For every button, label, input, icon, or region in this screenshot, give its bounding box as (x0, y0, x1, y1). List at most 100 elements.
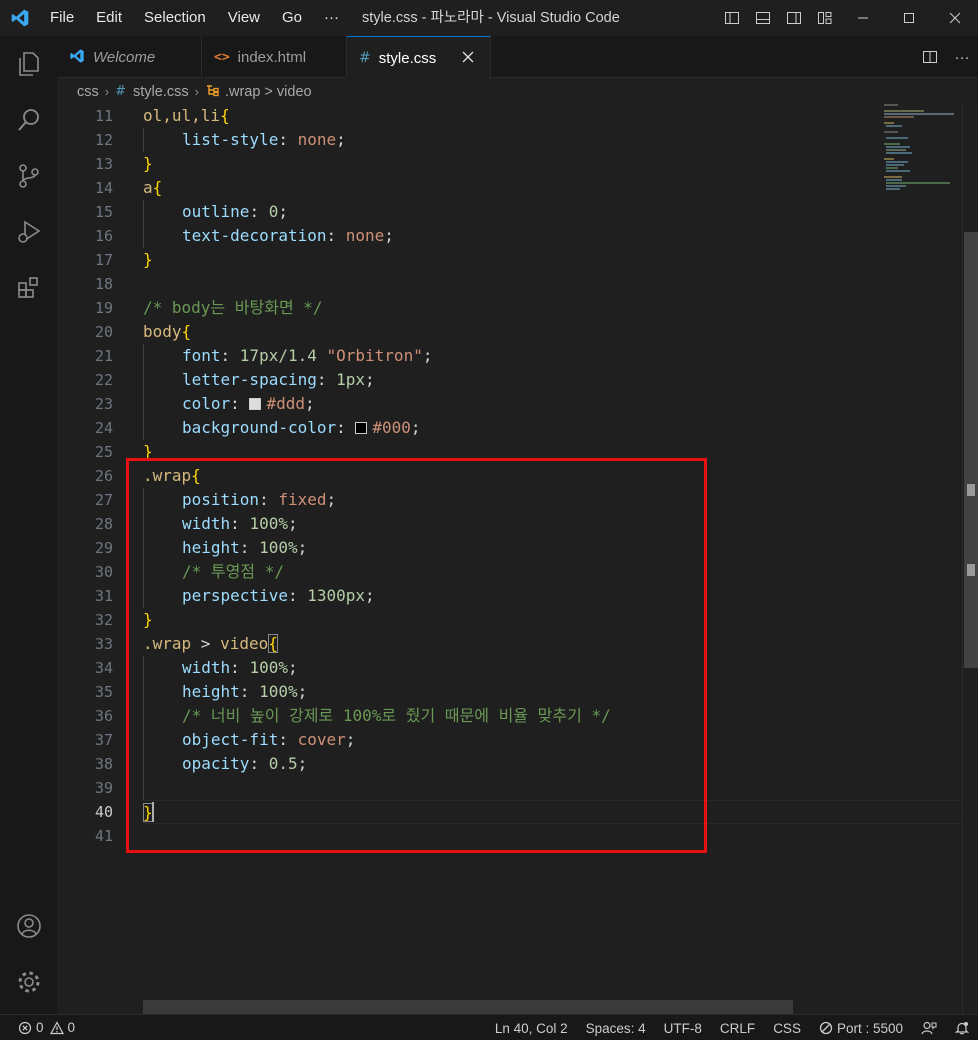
minimap-line (886, 149, 906, 151)
activity-bar (0, 36, 57, 1014)
property: width (182, 514, 231, 533)
selector: .wrap (143, 466, 192, 485)
menu-go[interactable]: Go (271, 0, 313, 36)
property: opacity (182, 754, 250, 773)
breadcrumb-symbol[interactable]: .wrap > video (225, 84, 312, 100)
minimize-icon[interactable] (840, 0, 886, 36)
line-number: 38 (94, 755, 113, 773)
menu-edit[interactable]: Edit (85, 0, 133, 36)
line-number: 36 (94, 707, 113, 725)
line-number: 15 (94, 203, 113, 221)
line-number: 14 (94, 179, 113, 197)
value: 1300px (307, 586, 366, 605)
html-icon: <> (214, 49, 230, 65)
tab-index-html[interactable]: <> index.html (202, 36, 347, 78)
minimap[interactable] (878, 104, 962, 224)
line-number: 17 (94, 251, 113, 269)
minimap-line (886, 161, 908, 163)
selector: ol,ul,li (143, 106, 221, 125)
line-number: 32 (94, 611, 113, 629)
value: none (345, 226, 385, 245)
title-bar: File Edit Selection View Go ··· style.cs… (0, 0, 978, 36)
feedback-icon[interactable] (912, 1021, 946, 1035)
indentation[interactable]: Spaces: 4 (577, 1021, 655, 1036)
minimap-line (886, 137, 908, 139)
value: 0.5 (268, 754, 298, 773)
tab-style-css[interactable]: # style.css (347, 36, 491, 79)
minimap-line (886, 167, 898, 169)
line-number: 21 (94, 347, 113, 365)
horizontal-scrollbar[interactable] (143, 1000, 793, 1014)
breadcrumb-file[interactable]: style.css (133, 84, 189, 100)
problems-indicator[interactable]: 0 0 (18, 1020, 75, 1035)
menu-file[interactable]: File (40, 0, 85, 36)
vertical-scrollbar[interactable] (962, 104, 978, 1014)
close-window-icon[interactable] (932, 0, 978, 36)
menu-view[interactable]: View (217, 0, 271, 36)
minimap-line (884, 176, 902, 178)
line-number: 25 (94, 443, 113, 461)
live-server-port[interactable]: Port : 5500 (810, 1021, 912, 1036)
code-area[interactable]: ol,ul,li{ list-style: none; } a{ outline… (143, 104, 962, 848)
more-actions-icon[interactable]: ··· (946, 49, 978, 66)
minimap-line (886, 185, 906, 187)
close-tab-icon[interactable] (462, 50, 474, 67)
menu-more[interactable]: ··· (313, 0, 350, 36)
line-number: 34 (94, 659, 113, 677)
breadcrumb: css › # style.css › .wrap > video (57, 79, 962, 104)
toggle-secondary-sidebar-icon[interactable] (778, 0, 809, 36)
selection-marker (967, 564, 975, 576)
breadcrumb-folder[interactable]: css (77, 84, 99, 100)
css-icon: # (359, 50, 371, 66)
notifications-bell-icon[interactable] (946, 1021, 978, 1035)
value: fixed (278, 490, 327, 509)
minimap-line (886, 188, 900, 190)
warning-count: 0 (67, 1020, 76, 1035)
text-cursor (152, 802, 154, 822)
accounts-icon[interactable] (0, 898, 57, 954)
error-icon (18, 1021, 32, 1034)
code-editor[interactable]: 11 12 13 14 15 16 17 18 19 20 21 22 23 2… (57, 104, 962, 1014)
color-swatch[interactable] (355, 422, 368, 434)
cursor-position[interactable]: Ln 40, Col 2 (486, 1021, 577, 1036)
maximize-icon[interactable] (886, 0, 932, 36)
toggle-panel-icon[interactable] (747, 0, 778, 36)
color-swatch[interactable] (249, 398, 262, 410)
value: cover (297, 730, 346, 749)
line-number: 23 (94, 395, 113, 413)
customize-layout-icon[interactable] (809, 0, 840, 36)
tab-welcome[interactable]: Welcome (57, 36, 202, 78)
value: 100% (259, 538, 298, 557)
chevron-right-icon: › (104, 84, 110, 99)
property: position (182, 490, 260, 509)
property: outline (182, 202, 250, 221)
line-number: 35 (94, 683, 113, 701)
run-debug-icon[interactable] (0, 204, 57, 260)
property: list-style (182, 130, 279, 149)
split-editor-icon[interactable] (914, 49, 946, 65)
line-number: 18 (94, 275, 113, 293)
status-bar: 0 0 Ln 40, Col 2 Spaces: 4 UTF-8 CRLF CS… (0, 1014, 978, 1040)
line-number-current: 40 (94, 803, 113, 821)
source-control-icon[interactable] (0, 148, 57, 204)
circle-slash-icon (819, 1021, 833, 1035)
scrollbar-thumb[interactable] (964, 232, 978, 668)
line-number: 24 (94, 419, 113, 437)
extensions-icon[interactable] (0, 260, 57, 316)
manage-gear-icon[interactable] (0, 954, 57, 1010)
minimap-line (884, 104, 898, 106)
minimap-line (886, 146, 910, 148)
minimap-line (886, 170, 910, 172)
property: width (182, 658, 231, 677)
menu-selection[interactable]: Selection (133, 0, 217, 36)
line-number: 31 (94, 587, 113, 605)
vscode-icon (69, 48, 85, 67)
toggle-primary-sidebar-icon[interactable] (716, 0, 747, 36)
encoding[interactable]: UTF-8 (655, 1021, 711, 1036)
end-of-line[interactable]: CRLF (711, 1021, 764, 1036)
explorer-icon[interactable] (0, 36, 57, 92)
language-mode[interactable]: CSS (764, 1021, 810, 1036)
line-number: 20 (94, 323, 113, 341)
value: "Orbitron" (326, 346, 423, 365)
search-icon[interactable] (0, 92, 57, 148)
